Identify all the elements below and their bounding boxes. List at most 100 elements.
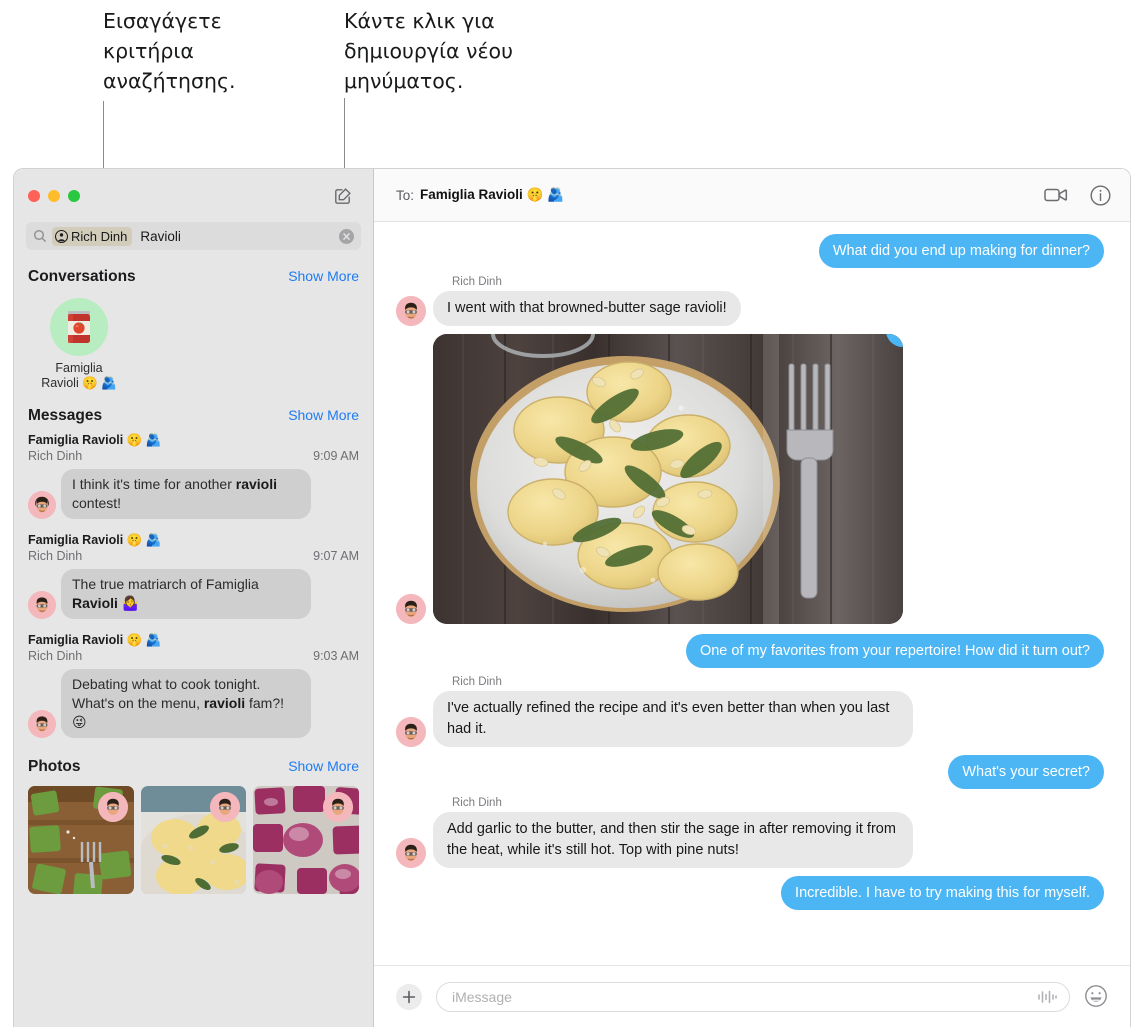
- zoom-button[interactable]: [68, 189, 80, 202]
- recipient-name[interactable]: Famiglia Ravioli 🤫 🫂: [420, 187, 564, 203]
- avatar: [396, 594, 426, 624]
- incoming-message-group: Rich Dinh: [396, 676, 913, 747]
- incoming-message-line: Add garlic to the butter, and then stir …: [396, 812, 913, 868]
- avatar: [396, 838, 426, 868]
- message-bubble-incoming[interactable]: I've actually refined the recipe and it'…: [429, 691, 913, 747]
- message-result-time: 9:07 AM: [313, 549, 359, 563]
- section-title-photos: Photos: [28, 758, 81, 775]
- info-icon[interactable]: [1088, 183, 1112, 207]
- sidebar: Rich Dinh Ravioli Conversations Show Mor…: [14, 169, 374, 1027]
- preview-highlight: ravioli: [203, 695, 246, 711]
- message-row-outgoing: Incredible. I have to try making this fo…: [396, 876, 1108, 916]
- person-circle-icon: [55, 229, 68, 243]
- message-row-incoming-image: [396, 334, 1104, 632]
- message-result-sender: Rich Dinh: [28, 649, 83, 663]
- message-bubble-outgoing[interactable]: Incredible. I have to try making this fo…: [781, 876, 1108, 910]
- search-container: Rich Dinh Ravioli: [14, 222, 373, 258]
- messages-window: Rich Dinh Ravioli Conversations Show Mor…: [13, 168, 1131, 1027]
- message-preview-bubble: The true matriarch of Famiglia Ravioli 🤷…: [57, 569, 311, 619]
- show-more-photos[interactable]: Show More: [288, 758, 359, 774]
- message-bubble-outgoing[interactable]: One of my favorites from your repertoire…: [685, 634, 1109, 668]
- message-result-time: 9:09 AM: [313, 449, 359, 463]
- section-title-messages: Messages: [28, 407, 103, 424]
- avatar: [396, 717, 426, 747]
- message-preview-bubble: Debating what to cook tonight. What's on…: [57, 669, 311, 738]
- message-result-sender: Rich Dinh: [28, 549, 83, 563]
- callout-annotations: Εισαγάγετε κριτήρια αναζήτησης. Κάντε κλ…: [0, 0, 1144, 168]
- callout-leader-line-search: [103, 101, 104, 168]
- preview-pre: I think it's time for another: [72, 476, 236, 492]
- preview-highlight: Ravioli: [72, 595, 118, 611]
- to-label: To:: [396, 187, 415, 203]
- preview-post: contest!: [72, 495, 122, 511]
- avatar: [50, 298, 108, 356]
- message-result-row[interactable]: Famiglia Ravioli 🤫 🫂 Rich Dinh 9:07 AM T…: [14, 529, 373, 629]
- header-actions: [1044, 183, 1112, 207]
- message-result-preview: The true matriarch of Famiglia Ravioli 🤷…: [28, 569, 359, 619]
- message-result-row[interactable]: Famiglia Ravioli 🤫 🫂 Rich Dinh 9:09 AM I…: [14, 429, 373, 529]
- section-title-conversations: Conversations: [28, 268, 136, 285]
- plus-icon[interactable]: [396, 983, 422, 1010]
- close-button[interactable]: [28, 189, 40, 202]
- message-bubble-outgoing[interactable]: What's your secret?: [948, 755, 1108, 789]
- preview-post: 🤷‍♀️: [117, 595, 140, 611]
- photo-results-row: [14, 780, 373, 894]
- compose-icon[interactable]: [331, 184, 355, 208]
- message-bubble-incoming[interactable]: Add garlic to the butter, and then stir …: [429, 812, 913, 868]
- message-sender-name: Rich Dinh: [452, 276, 502, 288]
- minimize-button[interactable]: [48, 189, 60, 202]
- video-camera-icon[interactable]: [1044, 183, 1068, 207]
- message-result-preview: I think it's time for another ravioli co…: [28, 469, 359, 519]
- message-row-incoming: Rich Dinh: [396, 797, 1104, 874]
- message-input-field[interactable]: iMessage: [436, 981, 1070, 1012]
- search-results-list[interactable]: Conversations Show More Famiglia Ravioli…: [14, 258, 373, 1027]
- show-more-messages[interactable]: Show More: [288, 407, 359, 423]
- callout-leader-line-compose: [344, 98, 345, 168]
- avatar: [28, 591, 56, 619]
- message-row-incoming: Rich Dinh: [396, 276, 1104, 332]
- message-thread[interactable]: What did you end up making for dinner? R…: [374, 222, 1130, 965]
- incoming-message-line: I went with that browned-butter sage rav…: [396, 291, 741, 326]
- show-more-conversations[interactable]: Show More: [288, 268, 359, 284]
- clear-icon[interactable]: [339, 228, 354, 244]
- avatar: [323, 792, 354, 822]
- search-token-label: Rich Dinh: [71, 228, 128, 244]
- callout-compose-hint: Κάντε κλικ για δημιουργία νέου μηνύματος…: [344, 9, 513, 93]
- section-header-conversations: Conversations Show More: [14, 258, 373, 290]
- conversation-header: To: Famiglia Ravioli 🤫 🫂: [374, 169, 1130, 222]
- avatar: [97, 792, 128, 822]
- section-header-photos: Photos Show More: [14, 748, 373, 780]
- photo-result-thumbnail[interactable]: [28, 786, 134, 894]
- message-result-conversation: Famiglia Ravioli 🤫 🫂: [28, 633, 162, 647]
- avatar: [28, 710, 56, 738]
- message-composer: iMessage: [374, 965, 1130, 1027]
- message-bubble-incoming[interactable]: I went with that browned-butter sage rav…: [429, 291, 741, 326]
- search-token-rich-dinh[interactable]: Rich Dinh: [52, 226, 133, 246]
- message-result-row[interactable]: Famiglia Ravioli 🤫 🫂 Rich Dinh 9:03 AM D…: [14, 629, 373, 748]
- incoming-image-message: [396, 334, 903, 624]
- message-bubble-outgoing[interactable]: What did you end up making for dinner?: [818, 234, 1109, 268]
- photo-result-thumbnail[interactable]: [140, 786, 247, 894]
- search-input-text[interactable]: Ravioli: [140, 229, 334, 244]
- message-sender-name: Rich Dinh: [452, 676, 502, 688]
- message-result-meta: Rich Dinh 9:07 AM: [28, 549, 359, 563]
- message-result-sender: Rich Dinh: [28, 449, 83, 463]
- message-result-meta: Rich Dinh 9:03 AM: [28, 649, 359, 663]
- sidebar-toolbar: [14, 169, 373, 222]
- message-result-preview: Debating what to cook tonight. What's on…: [28, 669, 359, 738]
- photo-result-thumbnail[interactable]: [253, 786, 360, 894]
- message-preview-bubble: I think it's time for another ravioli co…: [57, 469, 311, 519]
- audio-waveform-icon[interactable]: [1037, 989, 1057, 1005]
- message-result-meta: Rich Dinh 9:09 AM: [28, 449, 359, 463]
- search-field[interactable]: Rich Dinh Ravioli: [26, 222, 361, 250]
- conversation-result-famiglia-ravioli[interactable]: Famiglia Ravioli 🤫 🫂: [36, 298, 122, 391]
- incoming-message-line: I've actually refined the recipe and it'…: [396, 691, 913, 747]
- message-image-attachment[interactable]: [433, 334, 903, 624]
- message-result-time: 9:03 AM: [313, 649, 359, 663]
- window-controls: [28, 189, 80, 202]
- emoji-smiley-icon[interactable]: [1084, 984, 1110, 1010]
- conversation-pane: To: Famiglia Ravioli 🤫 🫂 What did you en…: [374, 169, 1130, 1027]
- avatar: [396, 296, 426, 326]
- message-row-outgoing: What's your secret?: [396, 755, 1108, 795]
- incoming-message-group: Rich Dinh: [396, 797, 913, 868]
